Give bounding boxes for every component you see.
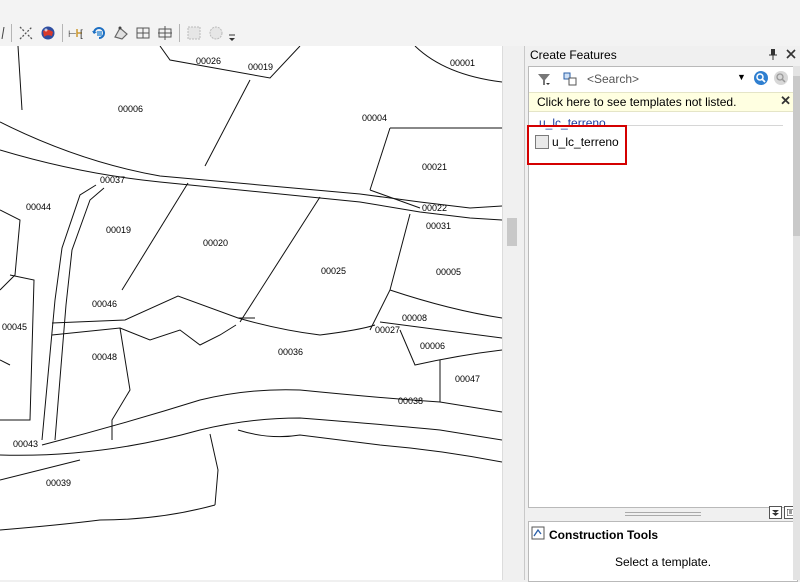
pin-icon[interactable]: [767, 47, 779, 61]
filter-icon[interactable]: [533, 69, 555, 89]
search-icon[interactable]: [753, 70, 769, 86]
parcel-label: 00008: [402, 313, 427, 323]
svg-text:⊢: ⊢: [68, 29, 77, 40]
parcel-label: 00047: [455, 374, 480, 384]
parcel-label: 00019: [106, 225, 131, 235]
map-scrollbar[interactable]: [502, 46, 521, 580]
svg-text:[: [: [80, 29, 83, 40]
topology-icon[interactable]: ⊢[: [66, 23, 88, 43]
align-icon[interactable]: [154, 23, 176, 43]
parcel-label: 00021: [422, 162, 447, 172]
split-icon[interactable]: [132, 23, 154, 43]
parcel-label: 00045: [2, 322, 27, 332]
splitter-grip[interactable]: [625, 512, 701, 516]
parcel-label: 00022: [422, 203, 447, 213]
parcel-label: 00006: [420, 341, 445, 351]
disabled-tool-2-icon[interactable]: [205, 23, 227, 43]
toolbar-edge-icon[interactable]: [0, 23, 8, 43]
collapse-icon[interactable]: [769, 506, 782, 519]
toolbar-separator: [62, 24, 63, 42]
panel-scrollbar[interactable]: [793, 66, 800, 580]
parcel-label: 00036: [278, 347, 303, 357]
construction-placeholder: Select a template.: [614, 555, 712, 569]
parcel-label: 00025: [321, 266, 346, 276]
overflow-icon[interactable]: [229, 24, 235, 42]
parcel-label: 00005: [436, 267, 461, 277]
parcel-label: 00043: [13, 439, 38, 449]
organize-templates-icon[interactable]: [559, 69, 581, 89]
editor-toolbar: ⊢[: [0, 0, 800, 46]
close-icon[interactable]: ✕: [780, 93, 791, 109]
template-highlight-box: [527, 125, 627, 165]
sketch-tool-icon[interactable]: [15, 23, 37, 43]
panel-title: Create Features: [530, 48, 617, 62]
parcel-label: 00044: [26, 202, 51, 212]
parcel-label: 00020: [203, 238, 228, 248]
parcel-label: 00048: [92, 352, 117, 362]
map-scrollbar-thumb[interactable]: [507, 218, 517, 246]
rotate-icon[interactable]: [88, 23, 110, 43]
templates-notice[interactable]: Click here to see templates not listed. …: [529, 92, 797, 112]
parcel-map[interactable]: 00026 00019 00001 00006 00004 00021 0003…: [0, 46, 502, 580]
toolbar-separator: [179, 24, 180, 42]
construction-tools-icon: [531, 526, 545, 543]
toolbar-strip: ⊢[: [0, 22, 235, 44]
panel-splitter[interactable]: [525, 510, 800, 516]
parcel-label: 00026: [196, 56, 221, 66]
construction-header: Construction Tools: [531, 526, 658, 543]
parcel-label: 00031: [426, 221, 451, 231]
panel-title-controls: [767, 47, 797, 61]
construction-title: Construction Tools: [549, 527, 659, 542]
disabled-tool-icon[interactable]: [183, 23, 205, 43]
search-dropdown-icon[interactable]: ▼: [737, 72, 746, 82]
construction-tools-box: Construction Tools Select a template.: [528, 521, 798, 582]
panel-scrollbar-thumb[interactable]: [793, 76, 800, 236]
globe-icon[interactable]: [37, 23, 59, 43]
close-icon[interactable]: [785, 47, 797, 61]
notice-text[interactable]: Click here to see templates not listed.: [537, 95, 736, 109]
reshape-icon[interactable]: [110, 23, 132, 43]
parcel-label: 00027: [375, 325, 400, 335]
search-input[interactable]: <Search>: [587, 70, 747, 87]
parcel-label: 00001: [450, 58, 475, 68]
toolbar-separator: [11, 24, 12, 42]
parcel-label: 00038: [398, 396, 423, 406]
parcel-label: 00006: [118, 104, 143, 114]
parcel-label: 00046: [92, 299, 117, 309]
parcel-label: 00019: [248, 62, 273, 72]
parcel-label: 00037: [100, 175, 125, 185]
parcel-label: 00004: [362, 113, 387, 123]
panel-titlebar: Create Features: [525, 46, 800, 64]
map-view[interactable]: 00026 00019 00001 00006 00004 00021 0003…: [0, 46, 502, 580]
parcel-label: 00039: [46, 478, 71, 488]
template-search-row: <Search> ▼: [529, 67, 797, 91]
search-options-icon[interactable]: [773, 70, 789, 86]
